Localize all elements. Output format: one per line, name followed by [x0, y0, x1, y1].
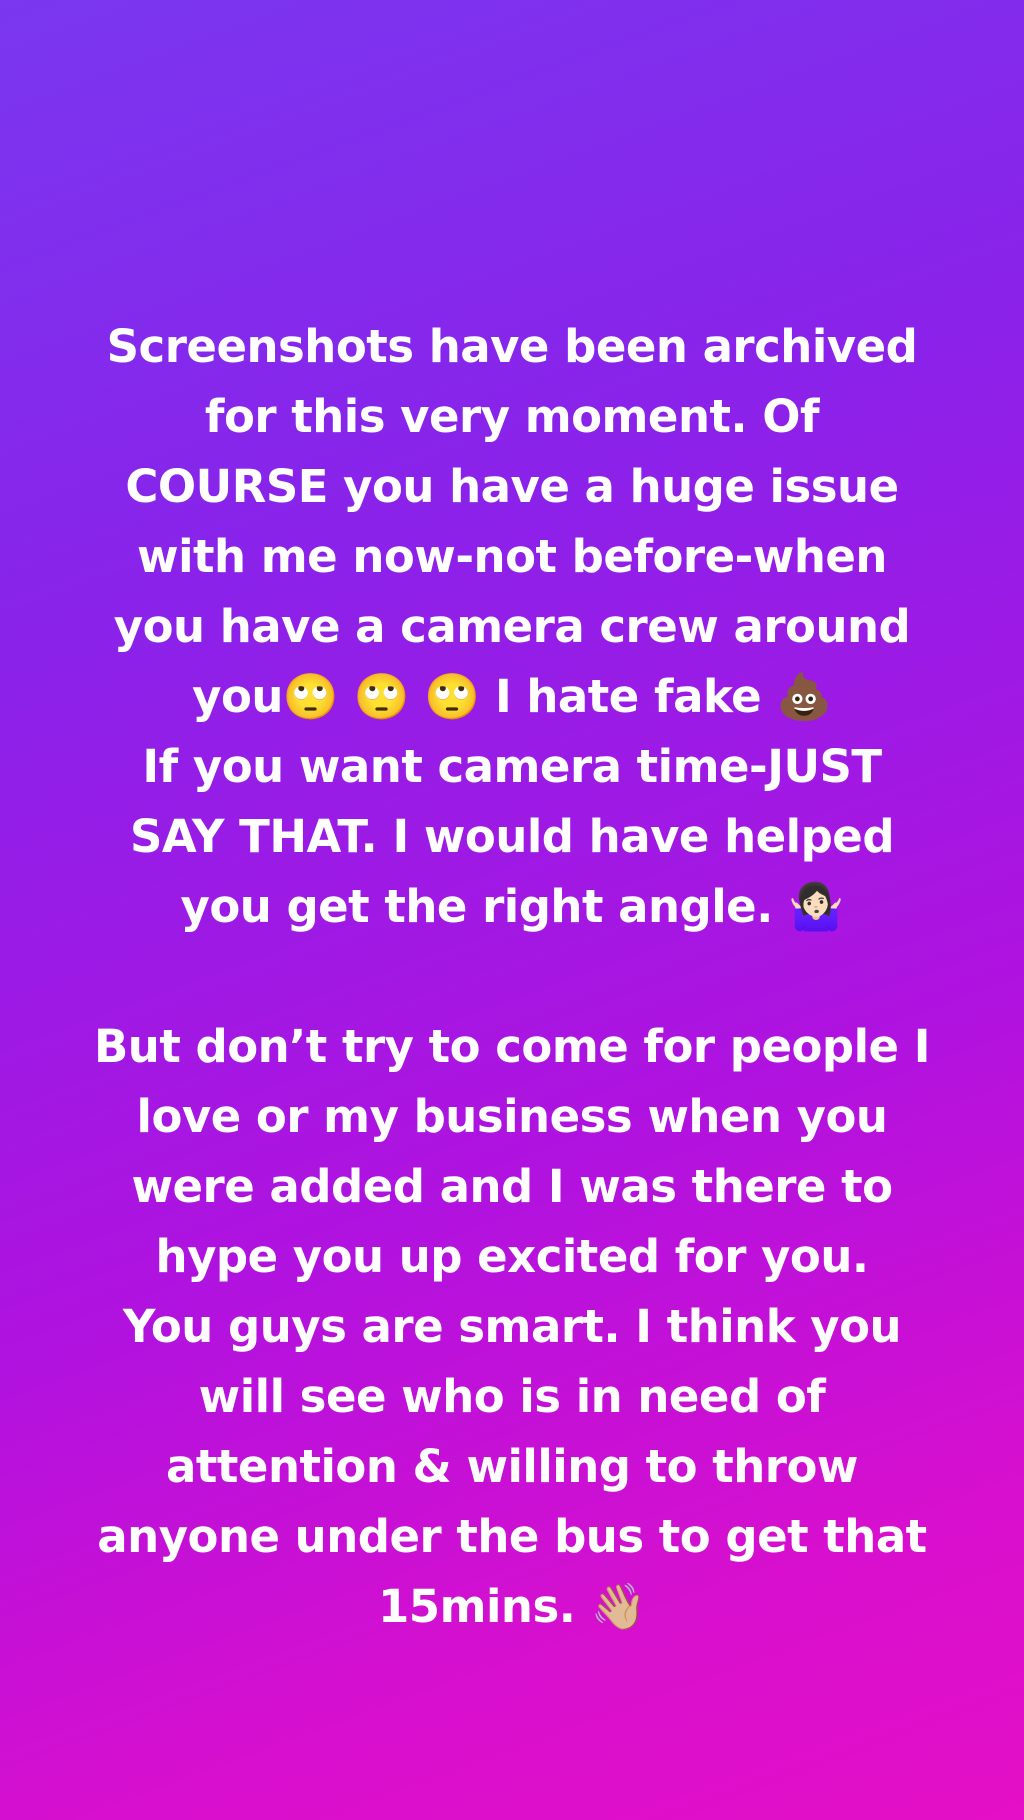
story-text-line: were added and I was there to: [131, 1160, 893, 1213]
story-text-line: COURSE you have a huge issue: [125, 460, 899, 513]
story-text-line: You guys are smart. I think you: [122, 1300, 902, 1353]
story-text-line: attention & willing to throw: [166, 1440, 858, 1493]
story-text-line-with-emoji: you get the right angle. 🤷🏻‍♀️: [180, 880, 845, 933]
story-text-block: Screenshots have been archived for this …: [70, 312, 954, 1642]
story-text-line: If you want camera time-JUST: [142, 740, 882, 793]
story-canvas: Screenshots have been archived for this …: [0, 0, 1024, 1820]
story-text-line-with-emoji: you🙄 🙄 🙄 I hate fake 💩: [192, 670, 832, 723]
story-text-line: Screenshots have been archived: [106, 320, 918, 373]
story-text-line: will see who is in need of: [198, 1370, 826, 1423]
story-text-line: for this very moment. Of: [204, 390, 820, 443]
story-text-line-with-emoji: 15mins. 👋🏼: [377, 1580, 647, 1633]
story-text-line: anyone under the bus to get that: [97, 1510, 927, 1563]
story-text-line: with me now-not before-when: [137, 530, 887, 583]
story-text-line: love or my business when you: [136, 1090, 888, 1143]
story-text-line: you have a camera crew around: [113, 600, 911, 653]
story-text-line: SAY THAT. I would have helped: [129, 810, 895, 863]
story-text-line: hype you up excited for you.: [155, 1230, 869, 1283]
story-text-line: But don’t try to come for people I: [94, 1020, 930, 1073]
